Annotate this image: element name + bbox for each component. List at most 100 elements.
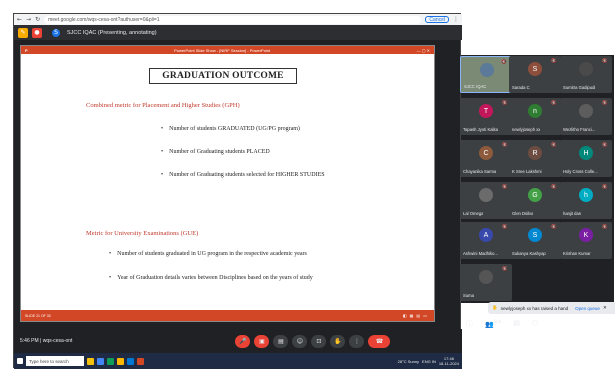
bullet-item: • Year of Graduation details varies betwe… [109,275,313,281]
muted-mic-icon: 🔇 [551,143,557,148]
system-tray: 28°C Sunny ENG IN 17:46 18-11-2024 [398,356,459,366]
participant-tile[interactable]: 🔇 Wezlitho Franci... [560,98,612,135]
info-icon[interactable]: ⓘ [466,319,473,329]
menu-icon[interactable]: ⋮ [453,16,459,23]
raised-hand-toast: ✋ newlyjoseph xx has raised a hand Open … [488,302,615,314]
file-explorer-icon[interactable] [117,357,124,365]
call-controls: 🎤 ▣ ▤ ☺ ⊡ ✋ ⋮ ☎ [235,334,391,348]
ppt-window-title: PowerPoint Slide Show - [NIRF Session] -… [174,47,271,53]
back-icon[interactable]: ← [17,16,22,23]
participant-avatar: S [528,62,542,76]
powerpoint-icon[interactable] [137,357,144,365]
participant-tile[interactable]: 🔇 Suma [460,264,512,301]
participant-tile[interactable]: G 🔇 Glen Dsilva [509,182,561,219]
taskbar-search-input[interactable]: Type here to search [26,356,84,366]
participant-tile[interactable]: n 🔇 newlyjoseph xx [509,98,561,135]
window-controls-icon[interactable]: — ▢ ✕ [417,48,430,53]
reload-icon[interactable]: ↻ [35,16,40,23]
participant-name: Tapash Jyoti Kalita [463,127,498,132]
participant-avatar: C [479,146,493,160]
presenting-label: SJCC IQAC (Presenting, annotating) [67,29,157,36]
slideshow-controls-icon[interactable]: ◧▦▤▭ [403,313,430,318]
participant-tile[interactable]: S 🔇 Sarada C [509,56,561,93]
edge-icon[interactable] [107,357,114,365]
stop-annotate-icon[interactable]: ● [32,27,42,38]
more-options-icon[interactable]: ⋮ [349,334,365,348]
presenting-bar: ✎ ● S SJCC IQAC (Presenting, annotating) [14,25,462,40]
participant-photo [579,104,593,118]
people-icon[interactable]: 👥104 [485,319,501,329]
cancel-button[interactable]: Cancel [425,16,449,23]
chat-icon[interactable]: ▤ [513,319,520,329]
chrome-icon[interactable] [97,357,104,365]
clock[interactable]: 17:46 18-11-2024 [439,356,459,366]
participant-tile[interactable]: 🔇 Sumitra Gadipudi [560,56,612,93]
section-gph-heading: Combined metric for Placement and Higher… [86,102,240,109]
participant-name: Sumitra Gadipudi [563,85,596,90]
store-icon[interactable] [127,357,134,365]
participant-tile[interactable]: K 🔇 Krishan Kumar [560,222,612,259]
participant-tile[interactable]: H 🔇 Holy Cross Colle... [560,140,612,177]
participant-name: Suma [463,293,474,298]
participant-avatar: H [579,146,593,160]
camera-off-icon[interactable]: ▣ [254,334,270,348]
activities-icon[interactable]: ⬡ [532,319,538,329]
participant-avatar: T [479,104,493,118]
participant-photo [579,62,593,76]
participant-name: hanjit das [563,211,581,216]
present-icon[interactable]: ⊡ [311,334,327,348]
bullet-item: • Number of students GRADUATED (UG/PG pro… [161,126,300,132]
open-queue-button[interactable]: Open queue [575,306,600,311]
slide-content: GRADUATION OUTCOME Combined metric for P… [21,54,434,310]
participant-name: Sukanya Kashyap [512,251,546,256]
participant-tile[interactable]: R 🔇 K Sree Lakshmi [509,140,561,177]
participant-tile[interactable]: S 🔇 Sukanya Kashyap [509,222,561,259]
participant-tile[interactable]: C 🔇 Chayanika Sarma [460,140,512,177]
browser-toolbar: ← → ↻ meet.google.com/wqs-cesa-ont?authu… [14,14,462,25]
meet-side-controls: ⓘ 👥104 ▤ ⬡ [466,319,538,329]
muted-mic-icon: 🔇 [551,225,557,230]
mic-off-icon[interactable]: 🎤 [235,334,251,348]
participant-tile[interactable]: T 🔇 Tapash Jyoti Kalita [460,98,512,135]
muted-mic-icon: 🔇 [602,59,608,64]
participant-photo [479,188,493,202]
muted-mic-icon: 🔇 [501,60,507,65]
participant-avatar: G [528,188,542,202]
screen-frame: ← → ↻ meet.google.com/wqs-cesa-ont?authu… [13,13,615,369]
raised-hand-text: newlyjoseph xx has raised a hand [500,305,569,311]
address-bar[interactable]: meet.google.com/wqs-cesa-ont?authuser=0&… [44,15,422,24]
participant-name: Ashwini Madhiko... [463,251,498,256]
forward-icon[interactable]: → [26,16,31,23]
participant-tile[interactable]: 🔇 Lal Omega [460,182,512,219]
windows-start-icon[interactable] [17,358,23,364]
participant-tile[interactable]: A 🔇 Ashwini Madhiko... [460,222,512,259]
muted-mic-icon: 🔇 [502,143,508,148]
participant-name: newlyjoseph xx [512,127,541,132]
participant-tile[interactable]: h 🔇 hanjit das [560,182,612,219]
participant-photo [479,270,493,284]
pointer-icon[interactable]: ✎ [18,27,28,38]
cortana-icon[interactable] [87,357,94,365]
participant-avatar: h [579,188,593,202]
muted-mic-icon: 🔇 [502,225,508,230]
participant-avatar: K [579,228,593,242]
participant-name: K Sree Lakshmi [512,169,542,174]
muted-mic-icon: 🔇 [551,101,557,106]
participant-tile[interactable]: 🔇 SJCC IQAC [460,56,512,93]
emoji-icon[interactable]: ☺ [292,334,308,348]
captions-icon[interactable]: ▤ [273,334,289,348]
raise-hand-icon[interactable]: ✋ [330,334,346,348]
end-call-icon[interactable]: ☎ [368,334,391,348]
participant-photo [480,63,494,77]
presenter-avatar: S [52,28,60,37]
language-indicator: ENG IN [422,358,436,364]
participant-name: Chayanika Sarma [463,169,497,174]
close-icon[interactable]: ✕ [603,305,607,311]
bullet-item: • Number of students graduated in UG prog… [109,251,307,257]
muted-mic-icon: 🔇 [502,267,508,272]
bullet-item: • Number of Graduating students selected … [161,172,325,178]
muted-mic-icon: 🔇 [602,143,608,148]
ppt-titlebar: P PowerPoint Slide Show - [NIRF Session]… [21,46,434,54]
participant-name: Sarada C [512,85,530,90]
muted-mic-icon: 🔇 [602,101,608,106]
